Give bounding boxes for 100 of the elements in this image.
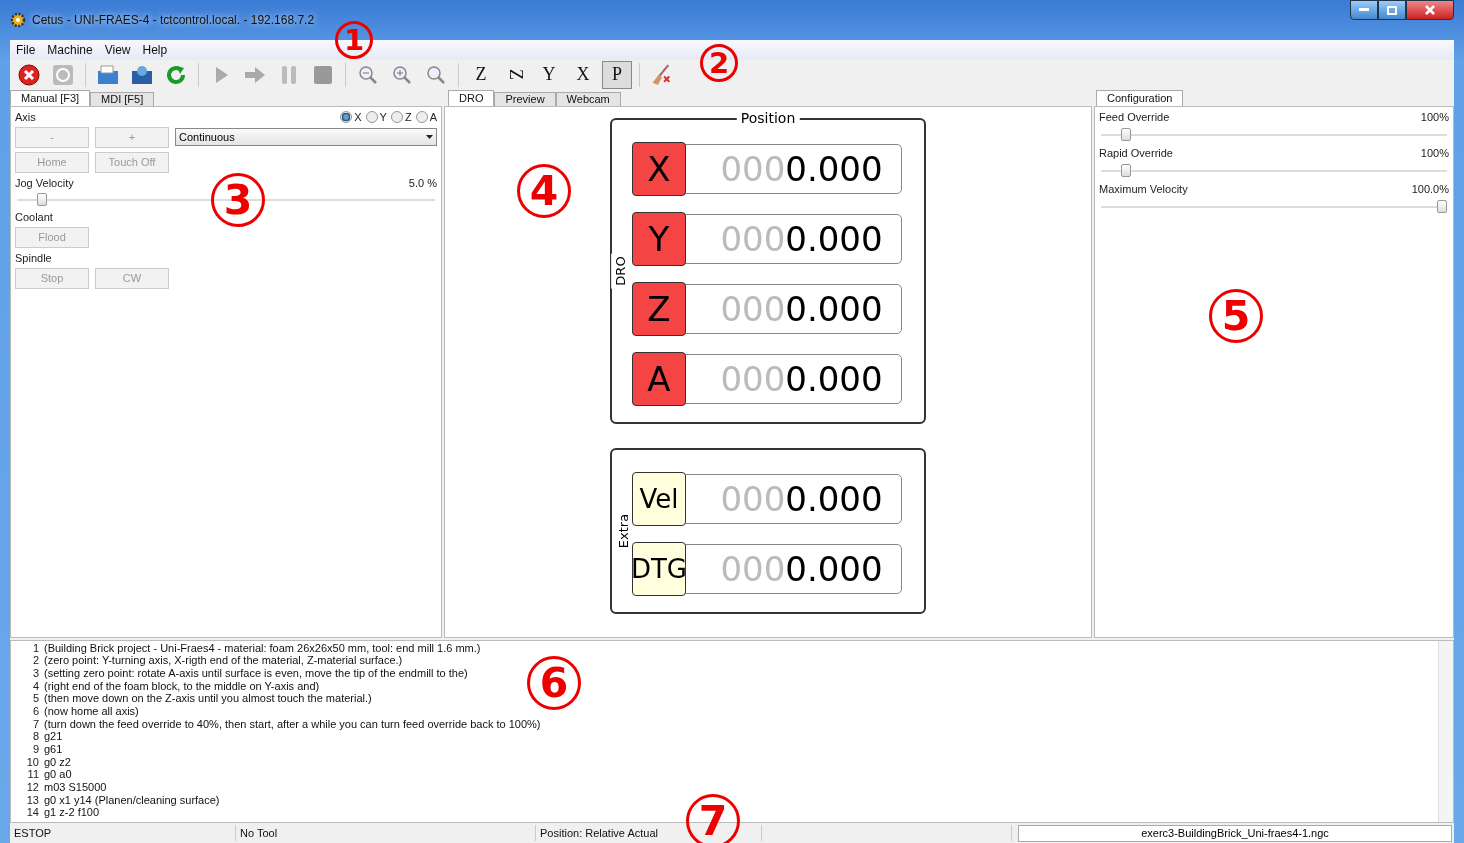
code-line: (right end of the foam block, to the middle on Y-axis and) [44, 679, 321, 693]
tab[interactable]: Preview [494, 91, 556, 106]
line-number: 13 [25, 793, 39, 807]
view-button[interactable]: Y [534, 60, 564, 89]
code-line: g61 [44, 743, 64, 756]
callout-number: 3 [211, 173, 265, 227]
dro-readout: 0000.000 [683, 213, 902, 264]
tab[interactable]: DRO [448, 89, 495, 106]
tab[interactable]: Configuration [1096, 89, 1184, 106]
callout-number: 6 [527, 656, 581, 710]
line-number: 2 [31, 654, 39, 667]
slider-reading: 5.0 % [408, 176, 437, 189]
gear-icon [10, 12, 26, 28]
view-letter: Z [504, 69, 526, 81]
line-number: 1 [31, 641, 39, 655]
slider-reading: 100% [1420, 146, 1449, 159]
view-button[interactable]: P [602, 60, 632, 89]
scrollbar[interactable] [1438, 640, 1453, 823]
line-number: 14 [25, 806, 39, 820]
window-title: Cetus - UNI-FRAES-4 - tctcontrol.local. - 192.168.7.2 [32, 13, 315, 27]
tab[interactable]: Webcam [555, 91, 621, 106]
callout-number: 5 [1209, 289, 1263, 343]
view-letter: Y [542, 64, 556, 86]
line-number: 12 [25, 781, 39, 794]
folder-icon [96, 62, 120, 87]
minimize-icon [1359, 8, 1369, 12]
tab[interactable]: Manual [F3] [10, 89, 91, 106]
code-line: (now home all axis) [44, 704, 140, 718]
minimize-button[interactable] [1350, 0, 1378, 20]
line-number: 6 [31, 704, 39, 718]
menu-item[interactable]: Help [142, 42, 168, 57]
group-title: Position [736, 109, 800, 126]
slider-label: Maximum Velocity [1099, 182, 1188, 195]
menu-item[interactable]: Machine [47, 42, 93, 57]
slider-label: Rapid Override [1099, 146, 1173, 159]
power-icon [51, 62, 75, 87]
status-text: ESTOP [10, 825, 236, 841]
slider-label: Jog Velocity [15, 176, 74, 189]
slider-track[interactable] [1101, 199, 1447, 214]
code-line: g0 z2 [44, 755, 72, 769]
line-number: 5 [31, 692, 39, 705]
code-line: (turn down the feed override to 40%, then start, after a while you can turn feed override back to 100%) [44, 717, 542, 731]
close-button[interactable] [1406, 0, 1454, 20]
tab[interactable]: MDI [F5] [90, 91, 155, 106]
view-button[interactable]: Z [466, 60, 496, 89]
dro-readout: 0000.000 [683, 353, 902, 404]
file-name: exerc3-BuildingBrick_Uni-fraes4-1.ngc [1018, 824, 1452, 842]
line-number: 8 [31, 730, 39, 743]
line-number: 9 [31, 743, 39, 756]
maximize-button[interactable] [1378, 0, 1406, 20]
dro-readout: 0000.000 [683, 143, 902, 194]
code-line: (zero point: Y-turning axis, X-rigth end of the material, Z-material surface.) [44, 654, 404, 667]
line-number: 10 [25, 755, 39, 769]
dro-readout: 0000.000 [683, 473, 902, 524]
close-icon [1425, 5, 1435, 15]
callout-number: 4 [517, 164, 571, 218]
view-letter: Z [475, 64, 487, 86]
line-number: 7 [31, 717, 39, 731]
slider-track[interactable] [1101, 163, 1447, 178]
caret-icon [426, 135, 433, 140]
increment-dropdown[interactable]: Continuous [175, 128, 437, 147]
slider-thumb[interactable] [1121, 163, 1132, 177]
callout-number: 2 [700, 44, 738, 82]
axis-label: Vel [632, 471, 686, 526]
axis-label: DTG [632, 541, 686, 596]
estop-icon [17, 62, 41, 87]
maximize-icon [1387, 5, 1397, 15]
view-letter: X [576, 64, 590, 86]
status-text: No Tool [236, 825, 536, 841]
line-number: 4 [31, 679, 39, 693]
axis-label: A [632, 351, 686, 406]
axis-label: X [632, 141, 686, 196]
section-label: Spindle [15, 251, 53, 264]
code-line: g21 [44, 730, 64, 743]
code-line: (then move down on the Z-axis until you almost touch the material.) [44, 692, 373, 705]
menu-item[interactable]: View [104, 42, 131, 57]
code-line: (Building Brick project - Uni-Fraes4 - material: foam 26x26x50 mm, tool: end mill 1.6 mm.) [44, 641, 482, 655]
slider-track[interactable] [1101, 127, 1447, 142]
code-line: (setting zero point: rotate A-axis until surface is even, move the tip of the endmill to the) [44, 666, 469, 680]
axis-label: Y [632, 211, 686, 266]
view-button[interactable]: X [568, 60, 598, 89]
slider-thumb[interactable] [37, 192, 48, 206]
slider-thumb[interactable] [1121, 127, 1132, 141]
line-number: 11 [26, 768, 39, 782]
slider-reading: 100.0% [1411, 182, 1449, 195]
section-label: Coolant [15, 210, 54, 223]
code-line: g0 x1 y14 (Planen/cleaning surface) [44, 793, 221, 807]
code-line: g0 a0 [44, 768, 73, 782]
menu-item[interactable]: File [16, 42, 36, 57]
code-line: m03 S15000 [44, 781, 108, 794]
broom-icon [651, 63, 673, 86]
line-number: 3 [31, 666, 39, 680]
view-button[interactable]: Z [500, 60, 530, 89]
slider-label: Feed Override [1099, 110, 1170, 123]
view-letter: P [612, 64, 622, 86]
axis-label: Z [632, 281, 686, 336]
code-line: g1 z-2 f100 [44, 806, 101, 820]
section-label: Axis [15, 110, 36, 123]
slider-reading: 100% [1420, 110, 1449, 123]
slider-thumb[interactable] [1437, 199, 1447, 213]
